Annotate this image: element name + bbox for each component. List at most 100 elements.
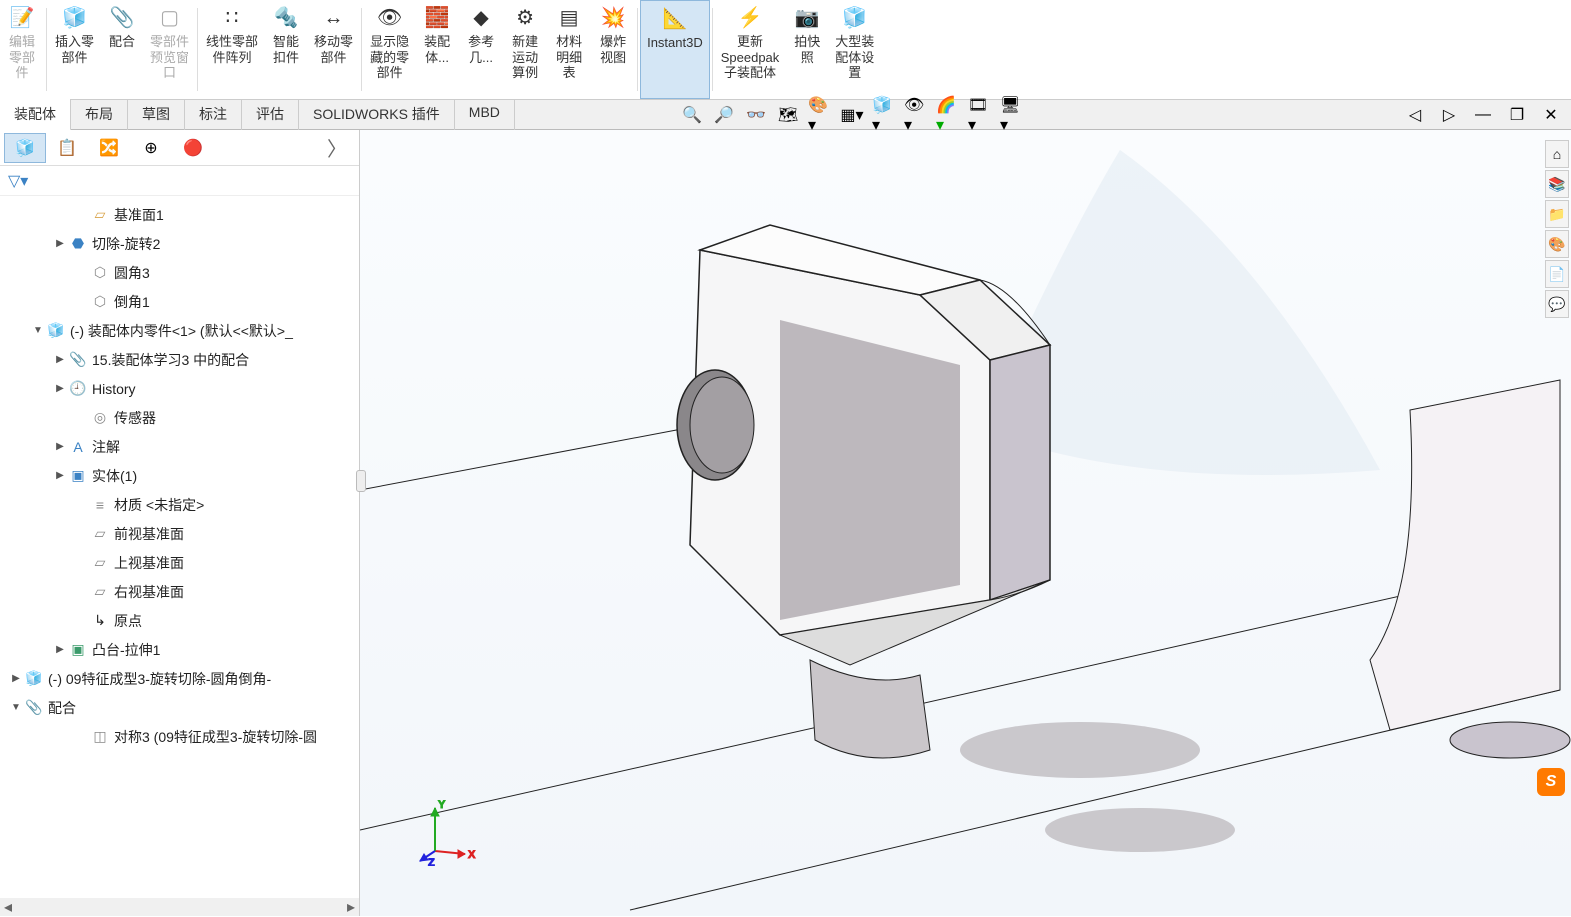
tree-row[interactable]: ▶⬣切除-旋转2 [0,229,359,258]
ribbon-btn-2[interactable]: 📎配合 [100,0,144,99]
expand-arrow-icon[interactable]: ▶ [8,673,24,684]
pane-right-icon[interactable]: ▷ [1437,103,1461,127]
ribbon-btn-5[interactable]: 🔩智能 扣件 [264,0,308,99]
ribbon-btn-13[interactable]: 📐Instant3D [640,0,710,99]
prev-view-icon[interactable]: 👓 [744,103,768,127]
expand-arrow-icon[interactable]: ▼ [30,325,46,336]
viewport-icon[interactable]: 🖥▾ [1000,103,1024,127]
dimxpert-tab[interactable]: ⊕ [130,133,172,163]
svg-text:X: X [468,849,476,861]
expand-arrow-icon[interactable]: ▶ [52,644,68,655]
ribbon-btn-8[interactable]: 🧱装配 体... [415,0,459,99]
tree-label: 倒角1 [114,292,150,312]
tab-1[interactable]: 布局 [71,99,128,131]
ribbon-btn-9[interactable]: ◆参考 几... [459,0,503,99]
ribbon-btn-12[interactable]: 💥爆炸 视图 [591,0,635,99]
taskpane-explorer-icon[interactable]: 📁 [1545,200,1569,228]
tree-row[interactable]: ▶🕘History [0,374,359,403]
tree-row[interactable]: ↳原点 [0,606,359,635]
ribbon-icon: 📐 [659,5,691,33]
ribbon-btn-11[interactable]: ▤材料 明细 表 [547,0,591,99]
ime-indicator[interactable]: S [1537,768,1565,796]
tree-row[interactable]: ▱基准面1 [0,200,359,229]
graphics-viewport[interactable]: X Y Z [360,130,1571,916]
view-orient-icon[interactable]: 🎨▾ [808,103,832,127]
tab-6[interactable]: MBD [455,99,515,131]
view-toolbar: 🔍 🔎 👓 🗺 🎨▾ ▦▾ 🧊▾ 👁▾ 🌈▾ 🎞▾ 🖥▾ [680,103,1024,127]
taskpane-home-icon[interactable]: ⌂ [1545,140,1569,168]
tree-row[interactable]: ◎传感器 [0,403,359,432]
ribbon-icon: 🧊 [59,4,91,32]
expand-arrow-icon[interactable]: ▶ [52,441,68,452]
ribbon-icon: 📝 [6,4,38,32]
display-manager-tab[interactable]: 🔴 [172,133,214,163]
ribbon-btn-6[interactable]: ↔移动零 部件 [308,0,359,99]
tree-row[interactable]: ▶A注解 [0,432,359,461]
tab-5[interactable]: SOLIDWORKS 插件 [299,99,455,131]
tree-row[interactable]: ▱右视基准面 [0,577,359,606]
expand-arrow-icon[interactable]: ▶ [52,383,68,394]
expand-arrow-icon[interactable]: ▶ [52,470,68,481]
property-manager-tab[interactable]: 📋 [46,133,88,163]
filter-icon[interactable]: ▽▾ [8,171,28,191]
ribbon-btn-14[interactable]: ⚡更新 Speedpak 子装配体 [715,0,786,99]
feature-icon: ▱ [90,553,110,573]
expand-arrow-icon[interactable]: ▶ [52,238,68,249]
appearance-icon[interactable]: 🌈▾ [936,103,960,127]
expand-arrow-icon[interactable]: ▼ [8,702,24,713]
restore-icon[interactable]: ❐ [1505,103,1529,127]
taskpane-prop-icon[interactable]: 📄 [1545,260,1569,288]
section-view-icon[interactable]: 🗺 [776,103,800,127]
zoom-fit-icon[interactable]: 🔍 [680,103,704,127]
tree-row[interactable]: ▼🧊(-) 装配体内零件<1> (默认<<默认>_ [0,316,359,345]
tree-row[interactable]: ≡材质 <未指定> [0,490,359,519]
tree-row[interactable]: ◫对称3 (09特征成型3-旋转切除-圆 [0,722,359,751]
sidebar-scrollbar[interactable]: ◂ ▸ [0,898,359,916]
tree-label: 上视基准面 [114,553,184,573]
ribbon-btn-1[interactable]: 🧊插入零 部件 [49,0,100,99]
ribbon-btn-7[interactable]: 👁显示隐 藏的零 部件 [364,0,415,99]
ribbon-btn-15[interactable]: 📷拍快 照 [785,0,829,99]
taskpane-library-icon[interactable]: 📚 [1545,170,1569,198]
display-style-icon[interactable]: ▦▾ [840,103,864,127]
ribbon-label: 装配 体... [424,34,450,65]
feature-icon: ⬡ [90,292,110,312]
tab-4[interactable]: 评估 [242,99,299,131]
tab-0[interactable]: 装配体 [0,99,71,131]
ribbon-icon: 💥 [597,4,629,32]
config-manager-tab[interactable]: 🔀 [88,133,130,163]
flyout-toggle-icon[interactable]: 〉 [319,133,355,162]
expand-arrow-icon[interactable]: ▶ [52,354,68,365]
tree-row[interactable]: ▼📎配合 [0,693,359,722]
taskpane-view-icon[interactable]: 🎨 [1545,230,1569,258]
ribbon-icon: ↔ [318,4,350,32]
tab-2[interactable]: 草图 [128,99,185,131]
ribbon-label: 新建 运动 算例 [512,34,538,81]
ribbon-btn-16[interactable]: 🧊大型装 配体设 置 [829,0,880,99]
tree-row[interactable]: ⬡倒角1 [0,287,359,316]
orientation-triad[interactable]: X Y Z [410,796,480,866]
tree-row[interactable]: ▶▣实体(1) [0,461,359,490]
feature-icon: ⬡ [90,263,110,283]
tree-row[interactable]: ▱前视基准面 [0,519,359,548]
scene-icon[interactable]: 🎞▾ [968,103,992,127]
tree-row[interactable]: ▶▣凸台-拉伸1 [0,635,359,664]
tree-label: 切除-旋转2 [92,234,160,254]
feature-icon: ◎ [90,408,110,428]
zoom-window-icon[interactable]: 🔎 [712,103,736,127]
ribbon-btn-4[interactable]: ∷线性零部 件阵列 [200,0,264,99]
tree-row[interactable]: ▶📎15.装配体学习3 中的配合 [0,345,359,374]
splitter-handle[interactable] [356,470,366,492]
tree-row[interactable]: ▱上视基准面 [0,548,359,577]
ribbon-btn-10[interactable]: ⚙新建 运动 算例 [503,0,547,99]
taskpane-forum-icon[interactable]: 💬 [1545,290,1569,318]
pane-left-icon[interactable]: ◁ [1403,103,1427,127]
tree-row[interactable]: ⬡圆角3 [0,258,359,287]
hide-show-icon[interactable]: 🧊▾ [872,103,896,127]
tree-row[interactable]: ▶🧊(-) 09特征成型3-旋转切除-圆角倒角- [0,664,359,693]
close-icon[interactable]: ✕ [1539,103,1563,127]
feature-tree-tab[interactable]: 🧊 [4,133,46,163]
visibility-icon[interactable]: 👁▾ [904,103,928,127]
minimize-icon[interactable]: — [1471,103,1495,127]
tab-3[interactable]: 标注 [185,99,242,131]
